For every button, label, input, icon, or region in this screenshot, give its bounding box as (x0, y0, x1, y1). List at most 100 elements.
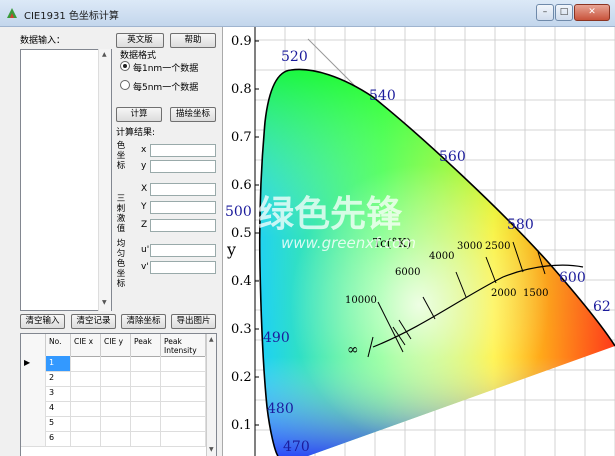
cell-no[interactable]: 4 (46, 401, 71, 416)
column-header-peak[interactable]: Peak (131, 334, 161, 356)
v-label: v' (141, 262, 149, 272)
plot-coordinate-button[interactable]: 描绘坐标 (170, 107, 216, 122)
wavelength-label: 560 (439, 149, 466, 165)
temperature-label: 4000 (429, 251, 454, 262)
table-row[interactable]: 4 (21, 401, 206, 417)
table-cell[interactable] (161, 386, 206, 401)
table-cell[interactable] (131, 386, 161, 401)
temperature-label: 1500 (523, 288, 548, 299)
table-cell[interactable] (71, 386, 101, 401)
table-cell[interactable] (101, 416, 131, 431)
tristimulus-group-label: 三刺激值 (116, 194, 126, 234)
export-image-button[interactable]: 导出图片 (171, 314, 216, 329)
scroll-up-icon[interactable]: ▲ (102, 51, 107, 58)
clear-input-button[interactable]: 清空输入 (20, 314, 65, 329)
maximize-button[interactable]: □ (555, 4, 573, 21)
row-header[interactable] (21, 386, 46, 401)
table-cell[interactable] (161, 401, 206, 416)
table-cell[interactable] (71, 356, 101, 371)
table-cell[interactable] (161, 431, 206, 446)
column-header-peak-intensity[interactable]: Peak Intensity (161, 334, 206, 356)
row-header[interactable]: ▶ (21, 356, 46, 371)
table-cell[interactable] (131, 401, 161, 416)
cell-no[interactable]: 3 (46, 386, 71, 401)
minimize-button[interactable]: – (536, 4, 554, 21)
row-header[interactable] (21, 416, 46, 431)
clear-coordinate-button[interactable]: 清除坐标 (121, 314, 166, 329)
x-field[interactable] (150, 144, 216, 157)
temperature-label: 6000 (395, 267, 420, 278)
u-label: u' (141, 245, 150, 255)
table-cell[interactable] (161, 371, 206, 386)
wavelength-label: 580 (507, 217, 534, 233)
table-cell[interactable] (131, 371, 161, 386)
table-cell[interactable] (101, 431, 131, 446)
table-cell[interactable] (101, 401, 131, 416)
temperature-label: 10000 (345, 295, 377, 306)
cell-no[interactable]: 2 (46, 371, 71, 386)
table-row[interactable]: 6 (21, 431, 206, 447)
table-cell[interactable] (101, 386, 131, 401)
table-cell[interactable] (71, 371, 101, 386)
compute-button[interactable]: 计算 (116, 107, 162, 122)
y-tick-label: 0.3 (231, 322, 252, 337)
column-header-no[interactable]: No. (46, 334, 71, 356)
row-header[interactable] (21, 401, 46, 416)
results-table[interactable]: No. CIE x CIE y Peak Peak Intensity ▶ 1 2 3… (20, 333, 217, 456)
column-header-cie-y[interactable]: CIE y (101, 334, 131, 356)
v-field[interactable] (150, 261, 216, 274)
table-row[interactable]: 3 (21, 386, 206, 402)
table-row[interactable]: 5 (21, 416, 206, 432)
y-tick-label: 0.2 (231, 370, 252, 385)
Y-label: Y (141, 202, 147, 212)
table-cell[interactable] (131, 356, 161, 371)
u-field[interactable] (150, 244, 216, 257)
row-header[interactable] (21, 431, 46, 446)
result-label: 计算结果: (116, 128, 156, 138)
app-window: CIE1931 色坐标计算 – □ ✕ 数据输入： ▲ ▼ 英文版 帮助 数据格… (0, 0, 615, 456)
cell-no[interactable]: 5 (46, 416, 71, 431)
english-version-button[interactable]: 英文版 (116, 33, 164, 48)
app-icon (7, 8, 17, 18)
cell-no[interactable]: 1 (46, 356, 71, 371)
row-header[interactable] (21, 371, 46, 386)
wavelength-label: 470 (283, 439, 310, 455)
format-5nm-radio[interactable] (120, 80, 130, 90)
table-cell[interactable] (101, 356, 131, 371)
close-button[interactable]: ✕ (574, 4, 610, 21)
temperature-label: 2000 (491, 288, 516, 299)
title-bar: CIE1931 色坐标计算 – □ ✕ (0, 0, 615, 27)
X-field[interactable] (150, 183, 216, 196)
cell-no[interactable]: 6 (46, 431, 71, 446)
Y-field[interactable] (150, 201, 216, 214)
Z-field[interactable] (150, 219, 216, 232)
y-field[interactable] (150, 160, 216, 173)
table-cell[interactable] (161, 356, 206, 371)
y-tick-label: 0.5 (231, 226, 252, 241)
cie-chart-panel: 0.9 0.8 0.7 0.6 0.5 0.4 0.3 0.2 0.1 y 520 540 56… (223, 27, 615, 456)
scroll-down-icon[interactable]: ▼ (102, 299, 107, 306)
data-input-label: 数据输入： (20, 36, 66, 46)
y-tick-label: 0.1 (231, 418, 252, 433)
clear-record-button[interactable]: 清空记录 (71, 314, 116, 329)
table-row[interactable]: 2 (21, 371, 206, 387)
table-cell[interactable] (131, 416, 161, 431)
table-scrollbar[interactable]: ▲ ▼ (206, 334, 216, 456)
wavelength-label: 480 (267, 401, 294, 417)
table-scroll-up-icon[interactable]: ▲ (209, 336, 214, 343)
y-tick-label: 0.6 (231, 178, 252, 193)
input-scrollbar[interactable]: ▲ ▼ (98, 49, 111, 311)
table-cell[interactable] (71, 401, 101, 416)
table-cell[interactable] (71, 416, 101, 431)
table-cell[interactable] (161, 416, 206, 431)
table-scroll-down-icon[interactable]: ▼ (209, 446, 214, 453)
help-button[interactable]: 帮助 (170, 33, 216, 48)
format-1nm-radio[interactable] (120, 61, 130, 71)
column-header-cie-x[interactable]: CIE x (71, 334, 101, 356)
table-cell[interactable] (71, 431, 101, 446)
table-cell[interactable] (131, 431, 161, 446)
y-tick-label: 0.4 (231, 274, 252, 289)
table-cell[interactable] (101, 371, 131, 386)
table-row[interactable]: ▶ 1 (21, 356, 206, 372)
Z-label: Z (141, 220, 148, 230)
